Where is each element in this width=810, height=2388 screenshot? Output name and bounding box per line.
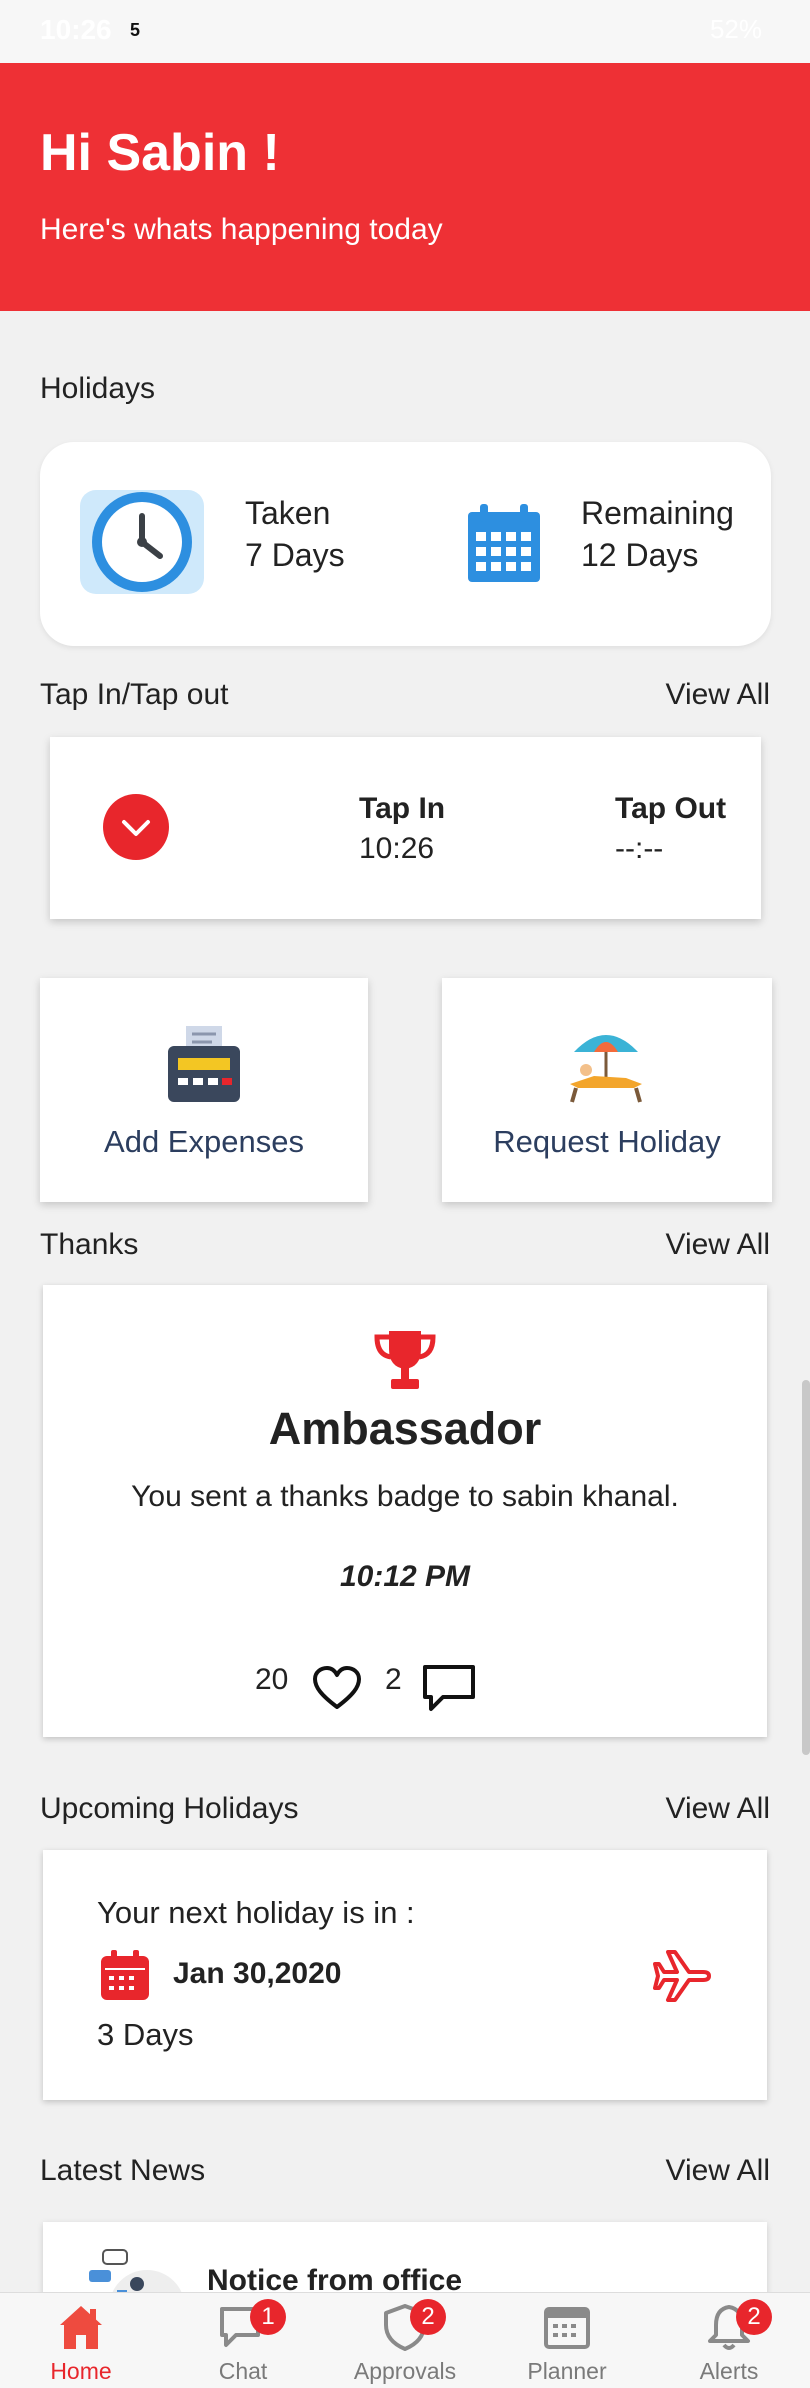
greeting-title: Hi Sabin ! (40, 124, 280, 182)
chat-badge: 1 (250, 2299, 286, 2335)
upcoming-holiday-days: 3 Days (97, 2017, 194, 2052)
nav-chat[interactable]: 1 Chat (178, 2293, 308, 2388)
nav-home[interactable]: Home (16, 2293, 146, 2388)
nav-approvals[interactable]: 2 Approvals (340, 2293, 470, 2388)
thanks-section-title: Thanks (40, 1228, 139, 1261)
tap-view-all-link[interactable]: View All (665, 678, 770, 712)
news-section-title: Latest News (40, 2154, 206, 2187)
tap-in-label: Tap In (359, 792, 446, 825)
thanks-badge-title: Ambassador (268, 1403, 542, 1454)
holidays-remaining-value: 12 Days (581, 537, 699, 573)
bottom-navigation: Home 1 Chat 2 Approvals Planner 2 Alerts (0, 2292, 810, 2388)
status-time: 10:26 (40, 14, 112, 45)
greeting-subtitle: Here's whats happening today (40, 213, 443, 246)
alerts-badge: 2 (736, 2299, 772, 2335)
beach-holiday-icon (564, 1024, 648, 1109)
status-bar: 10:26 5 52% (0, 0, 810, 63)
news-view-all-link[interactable]: View All (665, 2154, 770, 2188)
heart-icon[interactable] (311, 1665, 363, 1716)
thanks-view-all-link[interactable]: View All (665, 1228, 770, 1262)
upcoming-holiday-line: Your next holiday is in : (97, 1895, 415, 1930)
approvals-badge: 2 (410, 2299, 446, 2335)
likes-count: 20 (255, 1663, 289, 1696)
tap-out-time: --:-- (615, 832, 664, 865)
nav-planner[interactable]: Planner (502, 2293, 632, 2388)
nav-alerts[interactable]: 2 Alerts (664, 2293, 794, 2388)
upcoming-section-title: Upcoming Holidays (40, 1792, 299, 1825)
holidays-summary-card[interactable]: Taken 7 Days Remaining 12 Days (40, 442, 771, 646)
nav-planner-label: Planner (527, 2358, 607, 2384)
chevron-down-icon (122, 820, 150, 836)
nav-home-label: Home (50, 2358, 112, 2384)
upcoming-view-all-link[interactable]: View All (665, 1792, 770, 1826)
tap-out-label: Tap Out (615, 792, 727, 825)
battery-level: 52% (709, 14, 762, 44)
calendar-icon (466, 502, 542, 589)
tap-in-time: 10:26 (359, 832, 435, 865)
trophy-icon (373, 1329, 437, 1396)
page-scrollbar[interactable] (802, 1380, 810, 1755)
holidays-taken-value: 7 Days (245, 537, 345, 573)
clock-icon (80, 482, 204, 609)
tap-toggle-button[interactable] (103, 794, 169, 860)
airplane-icon (653, 1948, 713, 2009)
comment-icon[interactable] (421, 1663, 477, 1720)
holidays-taken-label: Taken (245, 495, 331, 531)
request-holiday-label: Request Holiday (493, 1124, 721, 1159)
add-expenses-label: Add Expenses (104, 1124, 304, 1159)
add-expenses-button[interactable]: Add Expenses (40, 978, 368, 1202)
tap-card: Tap In 10:26 Tap Out --:-- (50, 737, 761, 919)
greeting-header: Hi Sabin ! Here's whats happening today (0, 63, 810, 311)
comments-count: 2 (385, 1663, 402, 1696)
planner-calendar-icon (544, 2307, 590, 2349)
thanks-time: 10:12 PM (339, 1560, 471, 1593)
nav-alerts-label: Alerts (699, 2358, 759, 2384)
upcoming-holiday-card[interactable]: Your next holiday is in : Jan 30,2020 3 … (43, 1850, 767, 2100)
thanks-card[interactable]: Ambassador You sent a thanks badge to sa… (43, 1285, 767, 1737)
nav-approvals-label: Approvals (353, 2358, 457, 2384)
notification-count: 5 (130, 20, 141, 40)
thanks-message: You sent a thanks badge to sabin khanal. (131, 1480, 679, 1513)
tap-section-title: Tap In/Tap out (40, 678, 229, 711)
home-icon (60, 2306, 102, 2349)
request-holiday-button[interactable]: Request Holiday (442, 978, 772, 1202)
holidays-remaining-label: Remaining (581, 495, 734, 531)
calendar-icon (99, 1950, 151, 2007)
nav-chat-label: Chat (218, 2358, 268, 2384)
holidays-section-title: Holidays (40, 372, 156, 405)
upcoming-holiday-date: Jan 30,2020 (173, 1957, 342, 1990)
receipt-machine-icon (166, 1026, 242, 1109)
